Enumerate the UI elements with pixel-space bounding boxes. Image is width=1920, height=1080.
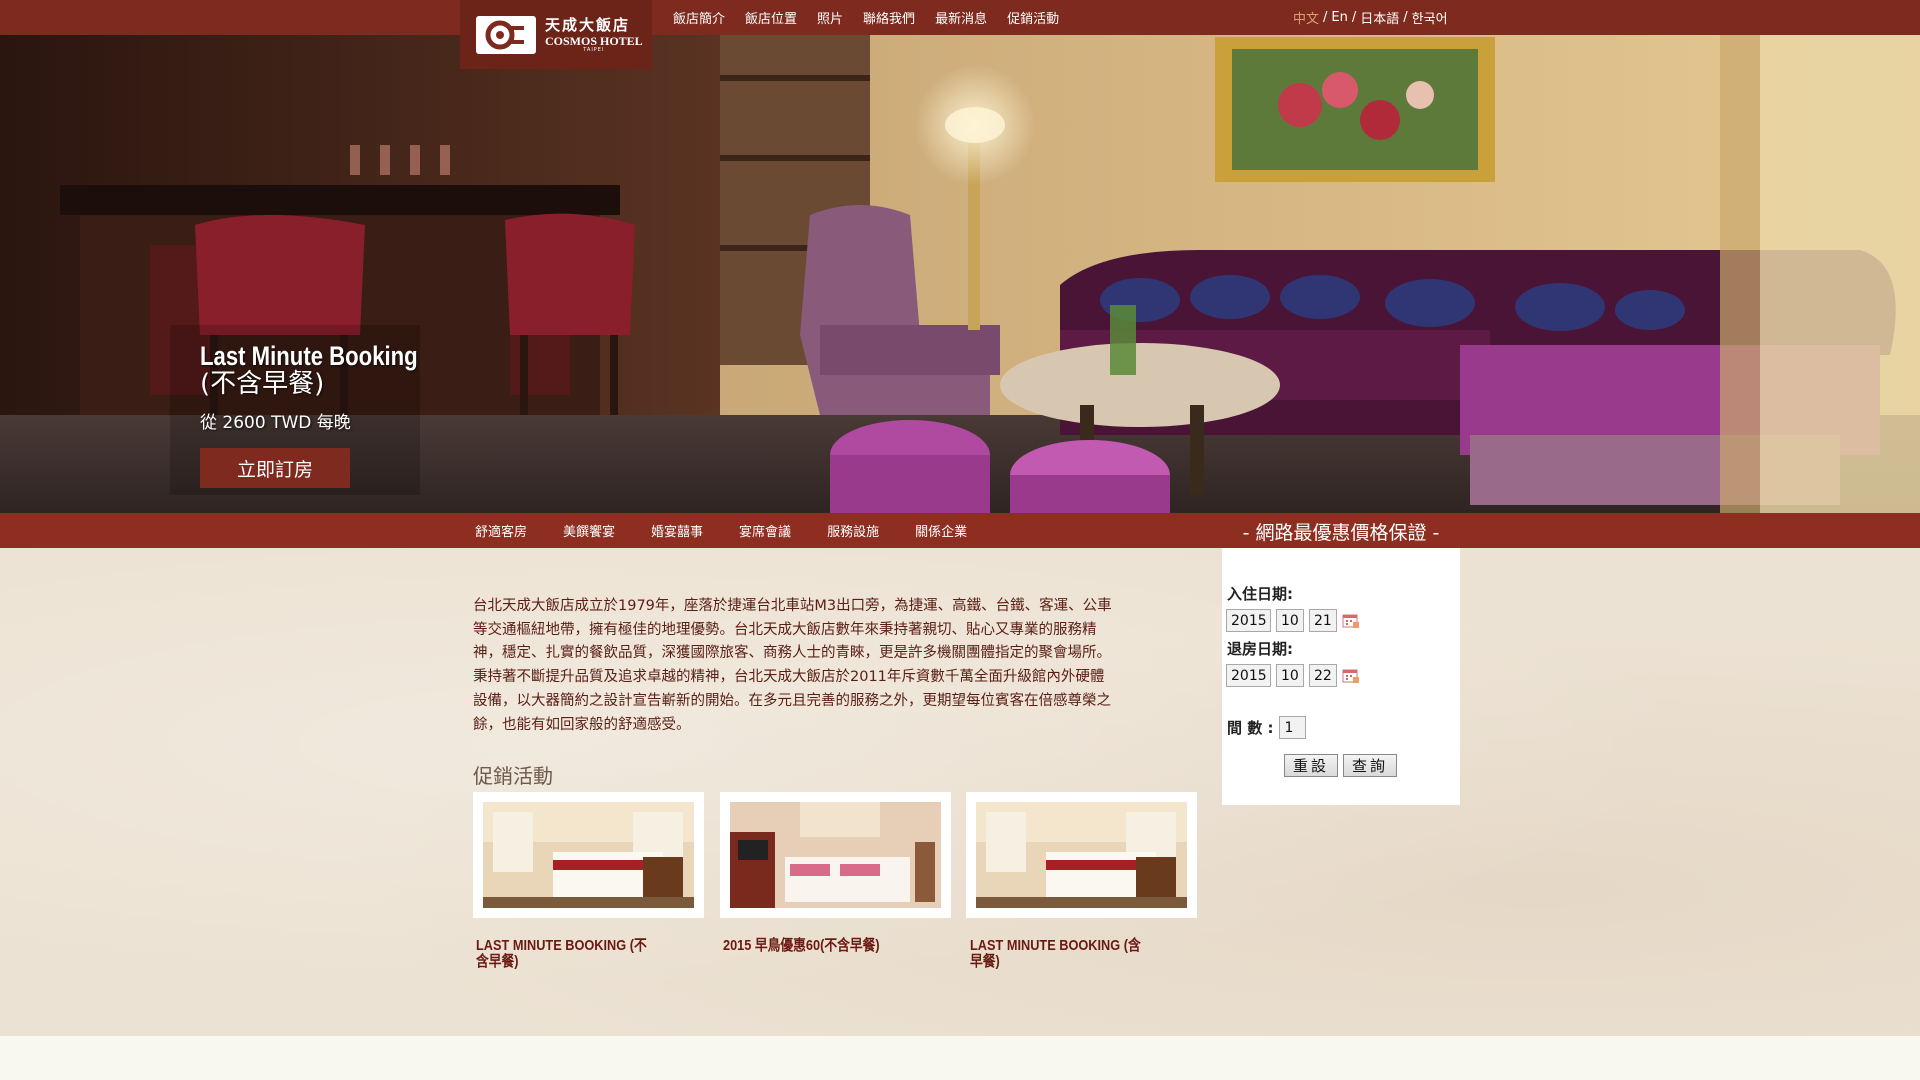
promo-caption-2[interactable]: 2015 早鳥優惠60(不含早餐)	[723, 938, 933, 954]
logo-emblem-icon	[476, 15, 536, 54]
lang-separator: /	[1351, 10, 1357, 25]
top-nav-photos[interactable]: 照片	[817, 8, 843, 27]
checkout-calendar-icon[interactable]	[1342, 668, 1360, 684]
promo-image-2	[730, 802, 941, 908]
logo-text: 天成大飯店 COSMOS HOTEL TAIPEI	[545, 15, 643, 53]
top-nav-news[interactable]: 最新消息	[935, 8, 987, 27]
hotel-logo[interactable]: 天成大飯店 COSMOS HOTEL TAIPEI	[460, 0, 652, 69]
promo-image-1	[483, 802, 694, 908]
main-nav: 舒適客房 美饌饗宴 婚宴囍事 宴席會議 服務設施 關係企業	[475, 513, 1003, 548]
top-nav-promotions[interactable]: 促銷活動	[1007, 8, 1059, 27]
promo-caption-3-text: LAST MINUTE BOOKING (含早餐)	[970, 937, 1141, 970]
lang-japanese[interactable]: 日本語	[1360, 8, 1399, 27]
top-nav-hotel-intro[interactable]: 飯店簡介	[673, 8, 725, 27]
lang-korean[interactable]: 한국어	[1412, 8, 1448, 27]
promotions-heading: 促銷活動	[473, 764, 553, 788]
logo-name-cn: 天成大飯店	[545, 15, 631, 34]
logo-name-en: COSMOS HOTEL	[545, 33, 643, 48]
promo-caption-1[interactable]: LAST MINUTE BOOKING (不含早餐)	[476, 938, 686, 970]
top-nav-location[interactable]: 飯店位置	[745, 8, 797, 27]
hero-caption: Last Minute Booking (不含早餐) 從 2600 TWD 每晚	[200, 342, 466, 433]
checkout-month-input[interactable]: 10	[1276, 664, 1304, 687]
checkin-day-input[interactable]: 21	[1309, 609, 1337, 632]
lang-separator: /	[1323, 10, 1328, 25]
promo-card-2[interactable]	[720, 792, 951, 918]
rooms-row: 間 數 : 1	[1227, 716, 1311, 739]
checkin-year-input[interactable]: 2015	[1226, 609, 1271, 632]
book-now-button[interactable]: 立即訂房	[200, 448, 350, 488]
checkin-calendar-icon[interactable]	[1342, 613, 1360, 629]
checkout-day-input[interactable]: 22	[1309, 664, 1337, 687]
checkin-label: 入住日期:	[1227, 585, 1293, 603]
rooms-label: 間 數 :	[1227, 719, 1274, 737]
hero-subtitle: (不含早餐)	[200, 369, 325, 399]
booking-panel-title: - 網路最優惠價格保證 -	[1222, 514, 1460, 548]
hero-price: 從 2600 TWD 每晚	[200, 413, 351, 433]
checkin-date-row: 2015 10 21	[1226, 609, 1360, 632]
main-nav-bar: 舒適客房 美饌饗宴 婚宴囍事 宴席會議 服務設施 關係企業	[0, 513, 1920, 548]
booking-panel: 入住日期: 2015 10 21 退房日期: 2015 10 22 間 數 : …	[1222, 548, 1460, 805]
top-nav: 飯店簡介 飯店位置 照片 聯絡我們 最新消息 促銷活動	[673, 0, 1079, 35]
top-nav-contact[interactable]: 聯絡我們	[863, 8, 915, 27]
main-nav-rooms[interactable]: 舒適客房	[475, 521, 527, 540]
promo-caption-2-text: 2015 早鳥優惠60(不含早餐)	[723, 937, 880, 954]
footer-strip	[0, 1036, 1920, 1080]
lang-english[interactable]: En	[1331, 10, 1347, 25]
main-nav-facilities[interactable]: 服務設施	[827, 521, 879, 540]
language-switcher: 中文 / En / 日本語 / 한국어	[1293, 0, 1448, 35]
main-nav-dining[interactable]: 美饌饗宴	[563, 521, 615, 540]
checkout-date-row: 2015 10 22	[1226, 664, 1360, 687]
hotel-intro-text: 台北天成大飯店成立於1979年，座落於捷運台北車站M3出口旁，為捷運、高鐵、台鐵…	[473, 598, 1112, 733]
logo-city: TAIPEI	[583, 46, 605, 53]
promo-card-3[interactable]	[966, 792, 1197, 918]
promo-card-1[interactable]	[473, 792, 704, 918]
search-button[interactable]: 查詢	[1343, 754, 1397, 777]
main-nav-affiliates[interactable]: 關係企業	[915, 521, 967, 540]
checkin-month-input[interactable]: 10	[1276, 609, 1304, 632]
reset-button[interactable]: 重設	[1284, 754, 1338, 777]
promo-caption-3[interactable]: LAST MINUTE BOOKING (含早餐)	[970, 938, 1180, 970]
main-nav-banquets[interactable]: 宴席會議	[739, 521, 791, 540]
lang-separator: /	[1403, 10, 1408, 25]
rooms-input[interactable]: 1	[1279, 716, 1307, 739]
hero-room-image	[0, 35, 1920, 513]
lang-chinese[interactable]: 中文	[1293, 8, 1319, 27]
promo-image-3	[976, 802, 1187, 908]
hero-title: Last Minute Booking	[200, 341, 418, 371]
promo-caption-1-text: LAST MINUTE BOOKING (不含早餐)	[476, 937, 647, 970]
checkout-label: 退房日期:	[1227, 640, 1293, 658]
main-nav-weddings[interactable]: 婚宴囍事	[651, 521, 703, 540]
checkout-year-input[interactable]: 2015	[1226, 664, 1271, 687]
hero-banner: Last Minute Booking (不含早餐) 從 2600 TWD 每晚	[0, 35, 1920, 513]
